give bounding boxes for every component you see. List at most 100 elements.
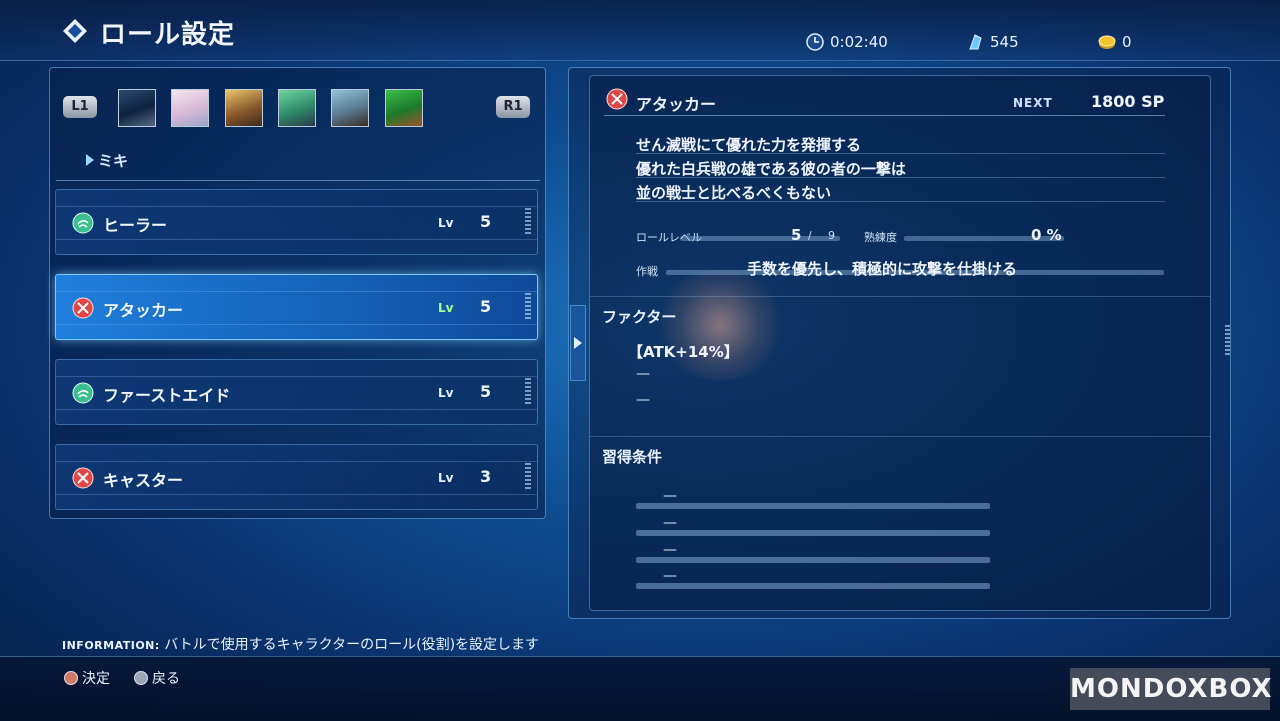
divider xyxy=(604,115,1165,116)
back-label: 戻る xyxy=(152,671,180,687)
row-line xyxy=(56,409,537,410)
divider xyxy=(636,153,1165,154)
portrait-miki[interactable] xyxy=(171,89,209,127)
crystal-value: 545 xyxy=(990,33,1019,51)
requirements-title: 習得条件 xyxy=(602,448,663,466)
circle-button-icon xyxy=(64,671,78,685)
info-text: バトルで使用するキャラクターのロール(役割)を設定します xyxy=(164,637,540,653)
role-level-value: 5 xyxy=(791,226,802,244)
divider xyxy=(590,296,1210,297)
role-row-attacker[interactable]: アタッカー Lv 5 xyxy=(55,274,538,340)
information-line: INFORMATION: バトルで使用するキャラクターのロール(役割)を設定しま… xyxy=(62,634,539,654)
divider xyxy=(636,201,1165,202)
healer-icon xyxy=(72,212,94,234)
play-time-value: 0:02:40 xyxy=(830,33,888,51)
factor-title: ファクター xyxy=(602,308,677,326)
next-sp-value: 1800 SP xyxy=(1091,92,1165,111)
level-value: 3 xyxy=(480,467,492,486)
clock-icon xyxy=(806,33,824,51)
back-control[interactable]: 戻る xyxy=(134,668,180,688)
portrait-fiore[interactable] xyxy=(278,89,316,127)
level-label: Lv xyxy=(438,216,454,230)
coin-icon xyxy=(1098,35,1116,49)
divider xyxy=(636,177,1165,178)
role-row-caster[interactable]: キャスター Lv 3 xyxy=(55,444,538,510)
info-label: INFORMATION: xyxy=(62,639,160,652)
role-level-gauge xyxy=(680,236,840,241)
confirm-control[interactable]: 決定 xyxy=(64,668,110,688)
row-line xyxy=(56,376,537,377)
page-title: ロール設定 xyxy=(100,20,236,50)
diamond-menu-icon xyxy=(63,19,87,43)
tactics-label: 作戦 xyxy=(636,265,658,278)
chevron-right-icon xyxy=(574,337,582,349)
coin-count: 0 xyxy=(1098,33,1132,51)
row-tag xyxy=(525,208,531,236)
row-line xyxy=(56,494,537,495)
cross-button-icon xyxy=(134,671,148,685)
proficiency-label: 熟練度 xyxy=(864,231,897,244)
level-label: Lv xyxy=(438,301,454,315)
requirement-bar xyxy=(636,557,990,563)
detail-role-name: アタッカー xyxy=(636,95,717,114)
play-time: 0:02:40 xyxy=(806,33,888,51)
role-row-first-aid[interactable]: ファーストエイド Lv 5 xyxy=(55,359,538,425)
portrait-anne[interactable] xyxy=(385,89,423,127)
role-name: ファーストエイド xyxy=(103,386,231,405)
row-line xyxy=(56,291,537,292)
row-line xyxy=(56,206,537,207)
role-row-healer[interactable]: ヒーラー Lv 5 xyxy=(55,189,538,255)
level-value: 5 xyxy=(480,212,492,231)
attacker-icon xyxy=(606,88,628,110)
proficiency-value: 0 % xyxy=(1031,226,1062,244)
level-label: Lv xyxy=(438,471,454,485)
factor-item: 【ATK+14%】 xyxy=(628,343,739,361)
role-name: キャスター xyxy=(103,471,184,490)
requirement-bar xyxy=(636,503,990,509)
character-name: ミキ xyxy=(98,152,129,170)
scroll-indicator[interactable] xyxy=(1225,325,1230,355)
row-line xyxy=(56,324,537,325)
level-value: 5 xyxy=(480,297,492,316)
description-line: 並の戦士と比べるべくもない xyxy=(636,184,832,202)
portrait-victor[interactable] xyxy=(225,89,263,127)
requirement-item: — xyxy=(663,542,677,558)
first-aid-icon xyxy=(72,382,94,404)
row-line xyxy=(56,461,537,462)
coin-value: 0 xyxy=(1122,33,1132,51)
requirement-bar xyxy=(636,583,990,589)
next-label: NEXT xyxy=(1013,96,1053,110)
cursor-arrow-icon xyxy=(86,154,94,166)
portrait-fidel[interactable] xyxy=(118,89,156,127)
factor-item: — xyxy=(636,392,650,408)
role-name: ヒーラー xyxy=(103,216,168,235)
row-line xyxy=(56,239,537,240)
role-level-separator: / xyxy=(808,229,812,242)
level-label: Lv xyxy=(438,386,454,400)
crystal-icon xyxy=(969,34,982,50)
description-line: 優れた白兵戦の雄である彼の者の一撃は xyxy=(636,160,906,178)
l1-button[interactable]: L1 xyxy=(63,96,97,118)
role-name: アタッカー xyxy=(103,301,184,320)
description-line: せん滅戦にて優れた力を発揮する xyxy=(636,136,862,154)
factor-item: — xyxy=(636,366,650,382)
caster-icon xyxy=(72,467,94,489)
requirement-bar xyxy=(636,530,990,536)
portrait-emmerson[interactable] xyxy=(331,89,369,127)
requirement-item: — xyxy=(663,488,677,504)
row-tag xyxy=(525,378,531,406)
attacker-icon xyxy=(72,297,94,319)
watermark: MONDOXBOX xyxy=(1070,668,1272,710)
requirement-item: — xyxy=(663,568,677,584)
divider xyxy=(590,436,1210,437)
r1-button[interactable]: R1 xyxy=(496,96,530,118)
divider xyxy=(56,180,540,181)
row-tag xyxy=(525,463,531,491)
level-value: 5 xyxy=(480,382,492,401)
crystal-count: 545 xyxy=(966,33,1019,51)
requirement-item: — xyxy=(663,515,677,531)
role-level-max: 9 xyxy=(828,229,835,242)
confirm-label: 決定 xyxy=(82,671,110,687)
tactics-value: 手数を優先し、積極的に攻撃を仕掛ける xyxy=(747,260,1018,278)
row-tag xyxy=(525,293,531,321)
